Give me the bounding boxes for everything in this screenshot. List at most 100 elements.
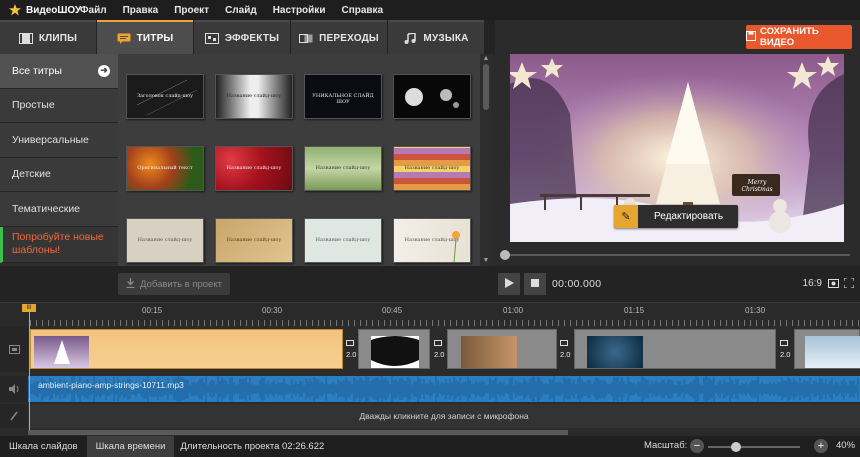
title-thumbnail[interactable]: Название слайд-шоу bbox=[304, 146, 382, 191]
slide-clip-selected[interactable] bbox=[30, 329, 343, 369]
tab-titles[interactable]: ТИТРЫ bbox=[97, 20, 193, 54]
audio-file-name: ambient-piano-amp-strings-10711.mp3 bbox=[38, 380, 184, 390]
save-video-label: СОХРАНИТЬ ВИДЕО bbox=[760, 26, 819, 48]
thumbnail-text: Название слайд-шоу bbox=[226, 237, 282, 243]
add-to-project-button[interactable]: Добавить в проект bbox=[118, 273, 230, 295]
title-thumbnail[interactable]: Заголовок слайд-шоу bbox=[126, 74, 204, 119]
tab-clips[interactable]: КЛИПЫ bbox=[0, 20, 96, 54]
title-thumbnail[interactable]: Название слайд-шоу bbox=[215, 218, 293, 263]
tab-bar: КЛИПЫ ТИТРЫ ЭФФЕКТЫ ПЕРЕХОДЫ МУЗЫКА bbox=[0, 20, 495, 54]
title-thumbnail[interactable]: Оригинальный текст bbox=[126, 146, 204, 191]
tab-label: КЛИПЫ bbox=[38, 32, 78, 44]
category-label: Все титры bbox=[12, 64, 62, 77]
menu-file[interactable]: Файл bbox=[80, 5, 107, 16]
stop-button[interactable] bbox=[524, 273, 546, 295]
tab-slide-scale-label: Шкала слайдов bbox=[9, 441, 78, 452]
title-thumbnail[interactable]: УНИКАЛЬНОЕ СЛАЙД ШОУ bbox=[304, 74, 382, 119]
menubar: ВидеоШОУ Файл Правка Проект Слайд Настро… bbox=[0, 0, 860, 20]
category-label: Попробуйте новые шаблоны! bbox=[12, 231, 104, 256]
transition-duration[interactable]: 2.0 bbox=[780, 350, 790, 359]
timeline-ruler[interactable]: III 00:15 00:30 00:45 01:00 01:15 01:30 bbox=[0, 302, 860, 326]
transition-duration[interactable]: 2.0 bbox=[346, 350, 356, 359]
zoom-label: Масштаб: bbox=[644, 440, 688, 451]
star-logo-icon bbox=[8, 3, 22, 17]
titles-scrollbar[interactable]: ▲ ▼ bbox=[480, 54, 492, 266]
play-button[interactable] bbox=[498, 273, 520, 295]
title-thumbnail[interactable]: Название слайд-шоу bbox=[304, 218, 382, 263]
slide-clip[interactable] bbox=[574, 329, 776, 369]
title-thumbnail[interactable] bbox=[393, 74, 471, 119]
zoom-slider[interactable] bbox=[708, 446, 800, 448]
preview-panel: Merry Christmas bbox=[492, 54, 860, 266]
tab-music[interactable]: МУЗЫКА bbox=[388, 20, 484, 54]
edit-button[interactable]: ✎ Редактировать bbox=[614, 205, 738, 228]
video-track: 2.0 2.0 2.0 2.0 bbox=[0, 326, 860, 372]
transition-duration[interactable]: 2.0 bbox=[434, 350, 444, 359]
transport-bar: 00:00.000 16:9 bbox=[492, 266, 860, 302]
transition-icon[interactable] bbox=[780, 340, 788, 346]
category-kids[interactable]: Детские bbox=[0, 157, 118, 192]
menu-project[interactable]: Проект bbox=[174, 5, 209, 16]
menu-slide[interactable]: Слайд bbox=[225, 5, 257, 16]
slide-clip[interactable] bbox=[358, 329, 430, 369]
title-thumbnail[interactable]: Название слайд-шоу bbox=[393, 218, 471, 263]
seek-knob[interactable] bbox=[500, 250, 510, 260]
transition-icon[interactable] bbox=[434, 340, 442, 346]
audio-track[interactable]: ambient-piano-amp-strings-10711.mp3 bbox=[28, 376, 860, 402]
slide-clip[interactable] bbox=[447, 329, 557, 369]
tab-label: ТИТРЫ bbox=[136, 32, 174, 44]
save-video-button[interactable]: СОХРАНИТЬ ВИДЕО bbox=[746, 25, 852, 49]
mic-record-area[interactable]: Дважды кликните для записи с микрофона bbox=[28, 404, 860, 428]
menu-help[interactable]: Справка bbox=[341, 5, 383, 16]
seek-track bbox=[506, 254, 850, 256]
category-universal[interactable]: Универсальные bbox=[0, 123, 118, 158]
scrollbar-thumb[interactable] bbox=[483, 64, 489, 110]
menu-settings[interactable]: Настройки bbox=[273, 5, 326, 16]
title-thumbnail[interactable]: Название слайд-шоу bbox=[393, 146, 471, 191]
tab-transitions[interactable]: ПЕРЕХОДЫ bbox=[291, 20, 387, 54]
menu-edit[interactable]: Правка bbox=[123, 5, 159, 16]
slide-clip[interactable] bbox=[794, 329, 860, 369]
category-label: Тематические bbox=[12, 202, 81, 215]
tab-slide-scale[interactable]: Шкала слайдов bbox=[0, 436, 87, 457]
playhead-line[interactable] bbox=[29, 310, 30, 430]
snapshot-icon[interactable] bbox=[828, 278, 840, 290]
download-icon bbox=[126, 277, 135, 291]
thumbnail-text: Заголовок слайд-шоу bbox=[136, 93, 194, 99]
app-name: ВидеоШОУ bbox=[26, 4, 82, 16]
category-all-titles[interactable]: Все титры ➜ bbox=[0, 54, 118, 89]
title-thumbnail[interactable]: Название слайд-шоу bbox=[215, 74, 293, 119]
tab-effects[interactable]: ЭФФЕКТЫ bbox=[194, 20, 290, 54]
clip-thumbnail bbox=[371, 336, 419, 368]
preview-seekbar[interactable] bbox=[500, 250, 850, 260]
scroll-down-icon[interactable]: ▼ bbox=[482, 257, 490, 265]
timeline-scrollbar-thumb[interactable] bbox=[28, 430, 568, 435]
preview-sign-text: Merry Christmas bbox=[741, 179, 773, 193]
audio-track-icon bbox=[0, 376, 28, 402]
category-new-templates[interactable]: Попробуйте новые шаблоны! bbox=[0, 226, 118, 263]
title-thumbnail[interactable]: Название слайд-шоу bbox=[215, 146, 293, 191]
timeline-scrollbar[interactable] bbox=[28, 430, 860, 435]
tab-label: ПЕРЕХОДЫ bbox=[319, 32, 379, 44]
scroll-up-icon[interactable]: ▲ bbox=[482, 55, 490, 63]
title-thumbnail[interactable]: Название слайд-шоу bbox=[126, 218, 204, 263]
category-thematic[interactable]: Тематические bbox=[0, 192, 118, 227]
thumbnail-text: Название слайд-шоу bbox=[404, 237, 460, 243]
fullscreen-icon[interactable] bbox=[843, 277, 856, 290]
thumbnail-text: Оригинальный текст bbox=[137, 165, 193, 171]
titles-grid: Заголовок слайд-шоу Название слайд-шоу У… bbox=[118, 54, 480, 266]
category-simple[interactable]: Простые bbox=[0, 88, 118, 123]
tab-label: ЭФФЕКТЫ bbox=[224, 32, 280, 44]
transition-icon[interactable] bbox=[346, 340, 354, 346]
tab-time-scale[interactable]: Шкала времени bbox=[86, 436, 175, 457]
time-mark: 00:15 bbox=[142, 306, 163, 315]
time-mark: 01:00 bbox=[503, 306, 524, 315]
clip-thumbnail bbox=[34, 336, 89, 368]
zoom-slider-knob[interactable] bbox=[731, 442, 741, 452]
thumbnail-text: Название слайд-шоу bbox=[137, 237, 193, 243]
zoom-in-button[interactable]: + bbox=[814, 439, 828, 453]
aspect-ratio[interactable]: 16:9 bbox=[803, 278, 822, 289]
zoom-out-button[interactable]: − bbox=[690, 439, 704, 453]
transition-icon[interactable] bbox=[560, 340, 568, 346]
transition-duration[interactable]: 2.0 bbox=[560, 350, 570, 359]
